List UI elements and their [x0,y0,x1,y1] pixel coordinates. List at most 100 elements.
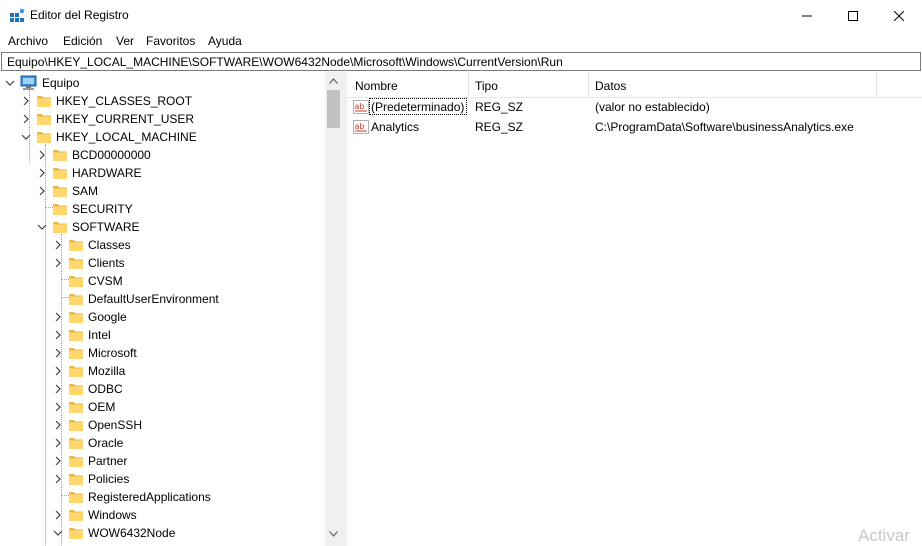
column-divider[interactable] [876,72,877,98]
tree-label[interactable]: CVSM [88,274,123,288]
menu-archivo[interactable]: Archivo [8,34,48,48]
tree-item-software[interactable]: SOFTWARE [1,218,326,236]
tree-label[interactable]: Intel [88,328,111,342]
list-row-analytics[interactable]: ab Analytics REG_SZ C:\ProgramData\Softw… [347,117,922,137]
chevron-down-icon[interactable] [5,78,15,88]
tree-item-oem[interactable]: OEM [1,398,326,416]
tree-item-odbc[interactable]: ODBC [1,380,326,398]
tree-item-oracle[interactable]: Oracle [1,434,326,452]
tree-item-sam[interactable]: SAM [1,182,326,200]
tree-label[interactable]: SAM [72,184,98,198]
chevron-down-icon[interactable] [53,528,63,538]
tree-label[interactable]: Microsoft [88,346,137,360]
tree-item-classes[interactable]: Classes [1,236,326,254]
address-bar[interactable]: Equipo\HKEY_LOCAL_MACHINE\SOFTWARE\WOW64… [1,52,921,71]
column-header-datos[interactable]: Datos [595,79,626,93]
tree-label[interactable]: DefaultUserEnvironment [88,292,219,306]
tree-label[interactable]: OEM [88,400,115,414]
chevron-right-icon[interactable] [21,114,31,124]
tree-item-registeredapplications[interactable]: RegisteredApplications [1,488,326,506]
tree-label[interactable]: Mozilla [88,364,125,378]
tree-item-hkey-local-machine[interactable]: HKEY_LOCAL_MACHINE [1,128,326,146]
values-list[interactable]: Nombre Tipo Datos ab (Predeterminado) RE… [347,72,922,546]
chevron-right-icon[interactable] [53,366,63,376]
tree-label[interactable]: RegisteredApplications [88,490,211,504]
tree-item-hardware[interactable]: HARDWARE [1,164,326,182]
menu-edicion[interactable]: Edición [63,34,102,48]
minimize-button[interactable] [784,0,830,31]
chevron-right-icon[interactable] [53,384,63,394]
tree-scrollbar[interactable] [325,72,342,546]
chevron-right-icon[interactable] [53,510,63,520]
list-row-predeterminado[interactable]: ab (Predeterminado) REG_SZ (valor no est… [347,97,922,117]
chevron-down-icon[interactable] [21,132,31,142]
tree-label[interactable]: Windows [88,508,137,522]
tree-item-hkey-current-user[interactable]: HKEY_CURRENT_USER [1,110,326,128]
chevron-right-icon[interactable] [53,474,63,484]
menu-favoritos[interactable]: Favoritos [146,34,195,48]
tree-label[interactable]: WOW6432Node [88,526,175,540]
tree-label[interactable]: ODBC [88,382,123,396]
tree-item-microsoft[interactable]: Microsoft [1,344,326,362]
chevron-right-icon[interactable] [21,96,31,106]
tree-item-windows[interactable]: Windows [1,506,326,524]
tree-label[interactable]: SOFTWARE [72,220,140,234]
tree-label[interactable]: SECURITY [72,202,133,216]
column-divider[interactable] [468,72,469,98]
menu-ayuda[interactable]: Ayuda [208,34,242,48]
tree-item-wow6432node[interactable]: WOW6432Node [1,524,326,542]
chevron-right-icon[interactable] [53,420,63,430]
menu-ver[interactable]: Ver [116,34,134,48]
tree-label[interactable]: HKEY_LOCAL_MACHINE [56,130,197,144]
tree-label[interactable]: HKEY_CLASSES_ROOT [56,94,192,108]
tree-item-mozilla[interactable]: Mozilla [1,362,326,380]
tree-label[interactable]: Clients [88,256,125,270]
tree-item-defaultuserenvironment[interactable]: DefaultUserEnvironment [1,290,326,308]
scroll-up-button[interactable] [325,72,342,89]
tree-label[interactable]: Google [88,310,127,324]
tree-item-security[interactable]: SECURITY [1,200,326,218]
chevron-right-icon[interactable] [53,330,63,340]
close-button[interactable] [876,0,922,31]
chevron-right-icon[interactable] [53,312,63,322]
chevron-right-icon[interactable] [53,258,63,268]
tree-item-google[interactable]: Google [1,308,326,326]
tree-label[interactable]: OpenSSH [88,418,142,432]
tree-label[interactable]: HARDWARE [72,166,142,180]
chevron-right-icon[interactable] [53,240,63,250]
tree-item-openssh[interactable]: OpenSSH [1,416,326,434]
column-header-nombre[interactable]: Nombre [355,79,398,93]
tree-label[interactable]: Policies [88,472,129,486]
chevron-right-icon[interactable] [37,150,47,160]
tree-label[interactable]: HKEY_CURRENT_USER [56,112,194,126]
tree-item-intel[interactable]: Intel [1,326,326,344]
tree-label[interactable]: Oracle [88,436,123,450]
tree-label[interactable]: Equipo [42,76,79,90]
value-name[interactable]: Analytics [371,120,419,134]
scroll-thumb[interactable] [327,90,340,128]
tree-item-clients[interactable]: Clients [1,254,326,272]
tree-item-bcd00000000[interactable]: BCD00000000 [1,146,326,164]
tree-item-partner[interactable]: Partner [1,452,326,470]
value-name[interactable]: (Predeterminado) [371,100,464,114]
tree-item-policies[interactable]: Policies [1,470,326,488]
column-header-tipo[interactable]: Tipo [475,79,498,93]
chevron-right-icon[interactable] [53,438,63,448]
chevron-right-icon[interactable] [37,168,47,178]
tree-label[interactable]: BCD00000000 [72,148,151,162]
address-path[interactable]: Equipo\HKEY_LOCAL_MACHINE\SOFTWARE\WOW64… [7,55,563,69]
chevron-right-icon[interactable] [53,402,63,412]
tree-label[interactable]: Classes [88,238,131,252]
chevron-right-icon[interactable] [53,456,63,466]
scroll-down-button[interactable] [325,525,342,542]
key-tree[interactable]: Equipo HKEY_CLASSES_ROOT HKEY_CURRENT_USE… [1,72,343,546]
column-divider[interactable] [588,72,589,98]
chevron-right-icon[interactable] [53,348,63,358]
maximize-button[interactable] [830,0,876,31]
tree-item-hkey-classes-root[interactable]: HKEY_CLASSES_ROOT [1,92,326,110]
tree-label[interactable]: Partner [88,454,127,468]
tree-item-cvsm[interactable]: CVSM [1,272,326,290]
chevron-down-icon[interactable] [37,222,47,232]
tree-item-equipo[interactable]: Equipo [1,74,326,92]
chevron-right-icon[interactable] [37,186,47,196]
